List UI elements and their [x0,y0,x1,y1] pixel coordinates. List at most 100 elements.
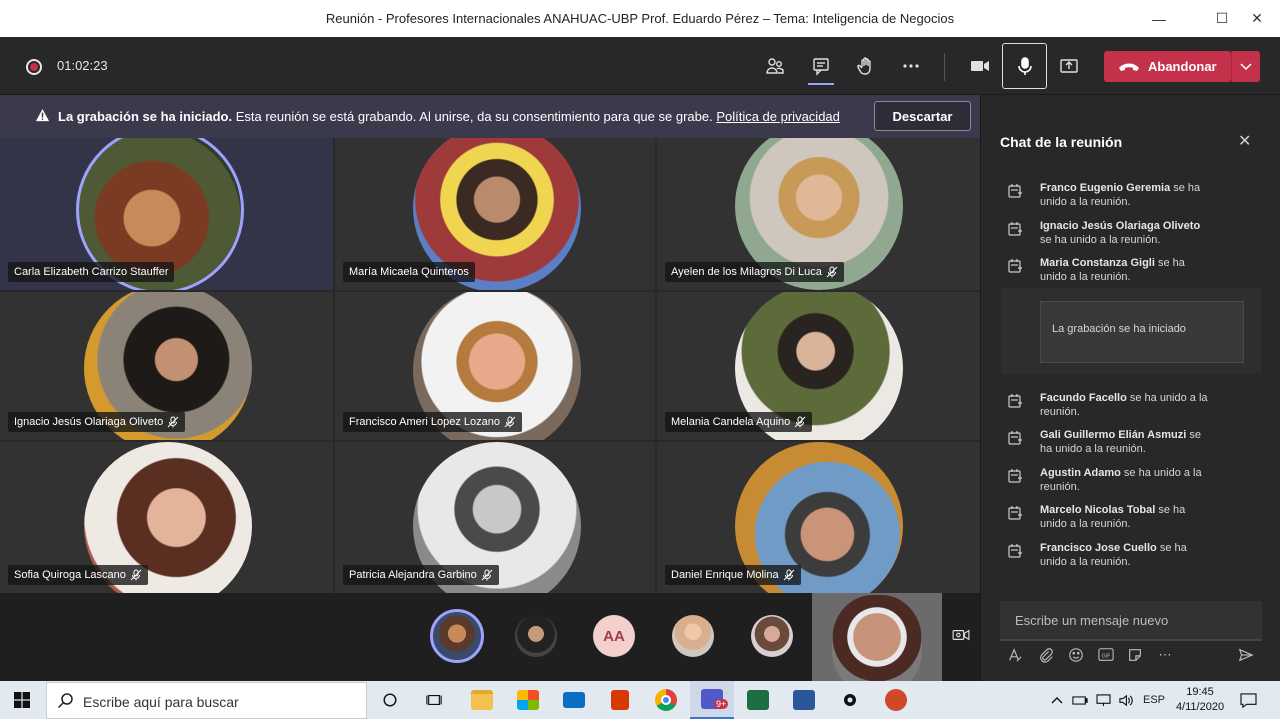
participant-nameplate: Ignacio Jesús Olariaga Oliveto [8,412,186,432]
minimize-icon[interactable]: — [1136,0,1182,37]
banner-bold: La grabación se ha iniciado. [58,109,233,124]
office-icon[interactable] [598,681,642,719]
participant-tile[interactable]: Daniel Enrique Molina [657,442,980,593]
warning-icon [35,108,50,122]
participant-name: Ayelen de los Milagros Di Luca [671,266,822,278]
participant-name: María Micaela Quinteros [349,266,469,278]
participant-tile[interactable]: Sofia Quiroga Lascano [0,442,333,593]
clock-time: 19:45 [1186,686,1214,698]
notifications-icon[interactable] [1240,681,1257,719]
emoji-icon[interactable] [1067,647,1085,665]
muted-microphone-icon [783,569,794,581]
taskbar-search-input[interactable]: Escribe aquí para buscar [46,682,367,719]
language-indicator[interactable]: ESP [1143,681,1165,719]
close-icon[interactable]: ✕ [1238,131,1251,151]
dismiss-button[interactable]: Descartar [874,101,971,131]
privacy-policy-link[interactable]: Política de privacidad [716,109,840,124]
volume-icon[interactable] [1118,681,1133,719]
participant-name: Carla Elizabeth Carrizo Stauffer [14,266,169,278]
participant-tile[interactable]: Ignacio Jesús Olariaga Oliveto [0,292,333,440]
raise-hand-icon[interactable] [851,51,881,81]
muted-microphone-icon [794,416,806,428]
chat-sender: Maria Constanza Gigli [1040,257,1155,269]
window-title: Reunión - Profesores Internacionales ANA… [325,11,955,26]
camera-icon[interactable] [965,51,995,81]
share-screen-icon[interactable] [1054,51,1084,81]
network-icon[interactable] [1096,681,1111,719]
chat-sender: Franco Eugenio Geremia [1040,182,1171,194]
more-options-icon[interactable] [896,51,926,81]
participant-nameplate: Melania Candela Aquino [665,412,813,432]
sticker-icon[interactable] [1126,647,1144,665]
toolbar-divider [944,53,945,81]
chat-sender: Facundo Facello [1040,392,1127,404]
strip-avatar[interactable] [515,615,557,657]
strip-initials-avatar[interactable]: AA [593,615,635,657]
leave-options-chevron-down-icon[interactable] [1231,51,1260,82]
microphone-button[interactable] [1002,43,1047,89]
close-icon[interactable]: ✕ [1234,0,1280,37]
chat-compose-input[interactable]: Escribe un mensaje nuevo [1000,601,1262,641]
word-icon[interactable] [782,681,826,719]
format-icon[interactable] [1006,647,1024,665]
powerpoint-icon[interactable] [874,681,918,719]
participant-tile[interactable]: María Micaela Quinteros [335,138,655,290]
leave-button[interactable]: Abandonar [1104,51,1231,82]
join-event-icon [1008,506,1022,520]
participant-nameplate: Ayelen de los Milagros Di Luca [665,262,844,282]
participants-icon[interactable] [760,51,790,81]
more-options-icon[interactable]: ⋯ [1156,647,1174,665]
strip-avatar[interactable] [751,615,793,657]
teams-icon[interactable]: 9+ [690,681,734,719]
participant-tile[interactable]: Carla Elizabeth Carrizo Stauffer [0,138,333,290]
chat-active-underline [808,83,834,85]
muted-microphone-icon [504,416,516,428]
join-event-icon [1008,222,1022,236]
strip-avatar[interactable] [672,615,714,657]
banner-message: La grabación se ha iniciado. Esta reunió… [58,109,840,124]
windows-start-icon[interactable] [0,681,44,719]
meeting-chat-panel: Chat de la reunión ✕ Franco Eugenio Gere… [980,95,1280,681]
join-event-icon [1008,469,1022,483]
search-placeholder: Escribe aquí para buscar [83,694,239,710]
taskbar-clock[interactable]: 19:45 4/11/2020 [1172,685,1228,715]
mail-icon[interactable] [552,681,596,719]
cortana-icon[interactable] [368,681,412,719]
chat-text: se ha unido a la reunión. [1040,234,1161,246]
file-explorer-icon[interactable] [460,681,504,719]
tray-chevron-up-icon[interactable] [1051,681,1063,719]
excel-icon[interactable] [736,681,780,719]
chat-icon[interactable] [806,51,836,81]
chat-title: Chat de la reunión [1000,134,1123,150]
participant-tile[interactable]: Melania Candela Aquino [657,292,980,440]
strip-avatar[interactable] [430,609,484,663]
recording-notice-card: La grabación se ha iniciado [1001,288,1261,374]
participant-nameplate: Daniel Enrique Molina [665,565,801,585]
settings-gear-icon[interactable] [828,681,872,719]
chat-sender: Marcelo Nicolas Tobal [1040,504,1156,516]
task-view-icon[interactable] [412,681,456,719]
participant-name: Ignacio Jesús Olariaga Oliveto [14,416,164,428]
self-video-face [832,595,922,681]
window-titlebar: Reunión - Profesores Internacionales ANA… [0,0,1280,37]
attach-icon[interactable] [1037,647,1055,665]
send-icon[interactable] [1237,647,1255,665]
join-event-icon [1008,544,1022,558]
hang-up-icon [1119,63,1139,71]
participant-nameplate: María Micaela Quinteros [343,262,475,282]
battery-icon[interactable] [1072,681,1088,719]
gif-icon[interactable]: GIF [1096,647,1116,665]
chrome-icon[interactable] [644,681,688,719]
participant-tile[interactable]: Ayelen de los Milagros Di Luca [657,138,980,290]
recording-banner: La grabación se ha iniciado. Esta reunió… [0,95,980,138]
store-icon[interactable] [506,681,550,719]
gif-label: GIF [1102,654,1112,660]
participant-name: Patricia Alejandra Garbino [349,569,477,581]
camera-switch-icon[interactable] [952,628,972,644]
recording-indicator-icon [26,59,42,75]
participant-tile[interactable]: Patricia Alejandra Garbino [335,442,655,593]
participant-tile[interactable]: Francisco Ameri Lopez Lozano [335,292,655,440]
participant-nameplate: Francisco Ameri Lopez Lozano [343,412,523,432]
chat-sender: Gali Guillermo Elián Asmuzi [1040,429,1187,441]
leave-label: Abandonar [1148,59,1217,74]
